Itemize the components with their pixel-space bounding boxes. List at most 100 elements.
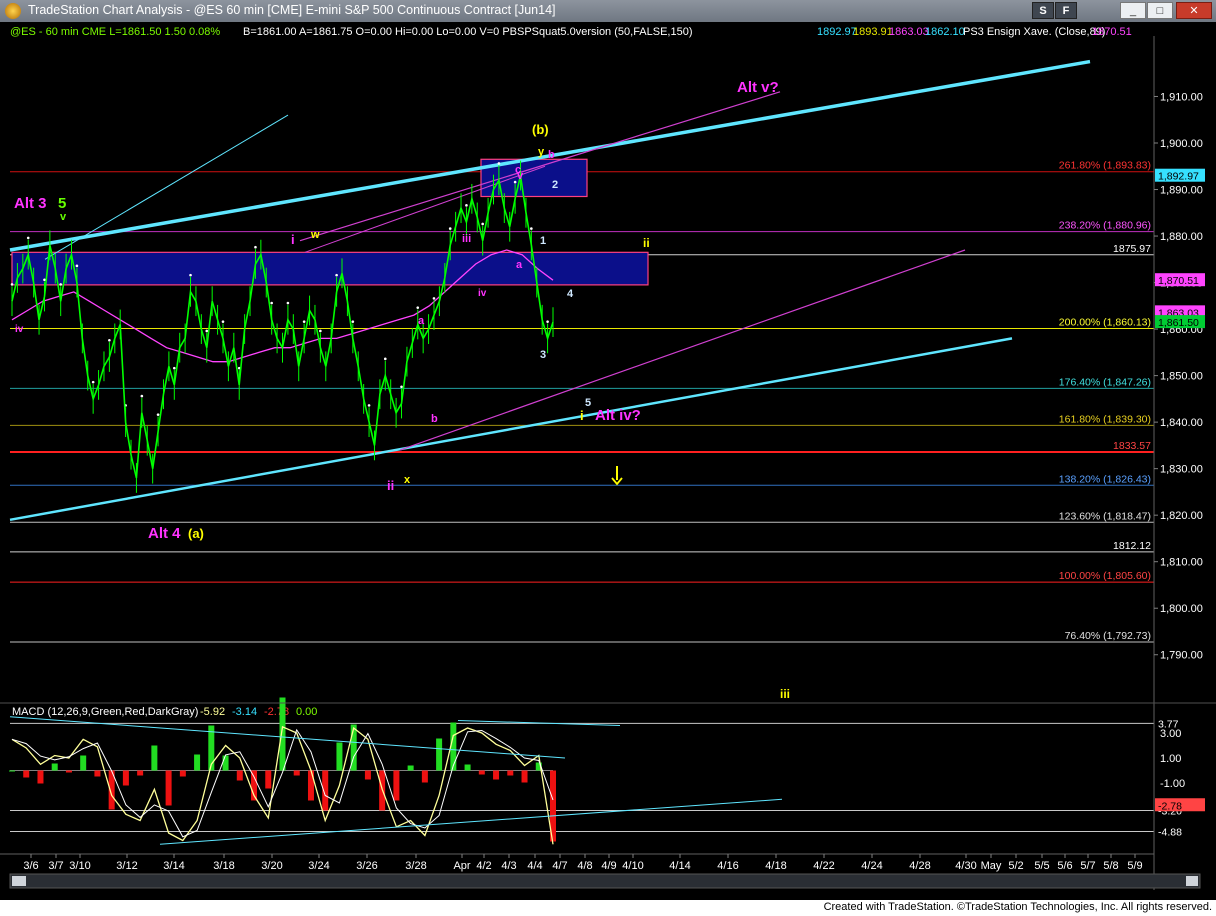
horizontal-scrollbar (9, 873, 1201, 889)
date-axis-label: 4/8 (577, 860, 592, 872)
date-axis-label: 4/30 (955, 860, 976, 872)
price-axis-label: 1,800.00 (1160, 603, 1203, 615)
symbol-link-button[interactable]: S (1032, 2, 1054, 19)
wave-label: 3 (540, 349, 546, 361)
pivot-dot (140, 394, 144, 398)
price-axis-label: 1,910.00 (1160, 91, 1203, 103)
macd-histogram-bar (521, 770, 528, 783)
price-chart[interactable]: 261.80% (1,893.83) 238.20% (1,880.96) 1875… (0, 22, 1216, 896)
wave-label: Alt 3 (14, 195, 47, 212)
macd-histogram-bar (94, 770, 101, 777)
macd-value: 0.00 (296, 706, 317, 718)
pivot-dot (481, 222, 484, 226)
pivot-dot (383, 357, 387, 361)
pivot-dot (416, 306, 420, 309)
macd-histogram-bar (464, 764, 471, 771)
pivot-dot (497, 162, 501, 165)
pivot-dot (302, 320, 306, 323)
date-axis-label: 4/10 (622, 860, 643, 872)
date-axis-label: 3/26 (356, 860, 377, 872)
macd-histogram-bar (151, 745, 158, 771)
macd-histogram-bar (137, 770, 144, 776)
wave-label: iii (462, 233, 471, 245)
macd-histogram-bar (165, 770, 172, 806)
scroll-left-arrow (12, 876, 26, 886)
wave-label: ii (643, 236, 650, 250)
macd-axis-label: 1.00 (1160, 753, 1181, 765)
macd-histogram-bar (179, 770, 186, 777)
macd-histogram-bar (307, 770, 314, 801)
pivot-dot (546, 320, 549, 323)
wave-label: 4 (567, 288, 574, 300)
price-marker-label: 1,870.51 (1158, 275, 1199, 287)
window-titlebar: TradeStation Chart Analysis - @ES 60 min… (0, 0, 1216, 23)
chart-legend-item: 1863.03 (889, 26, 929, 38)
format-button[interactable]: F (1055, 2, 1077, 19)
pivot-dot (26, 236, 30, 240)
wave-label: b (548, 149, 555, 161)
wave-label: v (60, 211, 67, 223)
price-axis-label: 1,830.00 (1160, 464, 1203, 476)
date-axis-label: 4/2 (476, 860, 491, 872)
wave-label: i (291, 232, 295, 247)
date-axis-label: 4/18 (765, 860, 786, 872)
wave-label: Alt iv? (595, 407, 641, 424)
price-marker-label: 1,861.50 (1158, 317, 1199, 329)
date-axis-label: 3/28 (405, 860, 426, 872)
minimize-button[interactable]: _ (1120, 2, 1146, 19)
date-axis-label: Apr (453, 860, 470, 872)
pivot-dot (286, 301, 290, 305)
price-axis-label: 1,850.00 (1160, 371, 1203, 383)
price-axis-label: 1,810.00 (1160, 557, 1203, 569)
wave-label: 5 (58, 195, 66, 212)
date-axis-label: 5/2 (1008, 860, 1023, 872)
pivot-dot (156, 413, 160, 416)
level-label: 100.00% (1,805.60) (1059, 570, 1151, 582)
tradestation-app-icon (5, 3, 21, 19)
macd-histogram-bar (23, 770, 30, 778)
wave-label: Alt 4 (148, 525, 181, 542)
wave-label: ii (387, 478, 394, 493)
pivot-dot (448, 227, 452, 230)
macd-title: MACD (12,26,9,Green,Red,DarkGray) (12, 706, 198, 718)
price-axis-label: 1,880.00 (1160, 231, 1203, 243)
macd-histogram-bar (478, 770, 485, 775)
date-axis-label: 4/14 (669, 860, 690, 872)
chart-legend-item: @ES - 60 min CME L=1861.50 1.50 0.08% (10, 26, 220, 38)
pivot-dot (254, 245, 257, 249)
date-axis-label: 5/8 (1103, 860, 1118, 872)
chart-area[interactable]: 261.80% (1,893.83) 238.20% (1,880.96) 1875… (0, 22, 1216, 896)
date-axis-label: 3/6 (23, 860, 38, 872)
wave-label: 1 (540, 235, 546, 247)
close-button[interactable]: ✕ (1176, 2, 1212, 19)
date-axis-label: 4/16 (717, 860, 738, 872)
wave-label: b (431, 413, 438, 425)
status-bar: Created with TradeStation. ©TradeStation… (0, 900, 1216, 916)
date-axis-label: 4/4 (527, 860, 542, 872)
date-axis-label: 5/9 (1127, 860, 1142, 872)
macd-histogram-bar (393, 770, 400, 801)
macd-histogram-bar (293, 770, 300, 776)
wave-label: a (516, 259, 523, 271)
chart-legend-item: PS3 Ensign Xave. (Close,89) (963, 26, 1105, 38)
pivot-dot (400, 385, 403, 389)
wave-label: (a) (188, 526, 204, 541)
wave-label: a (418, 315, 425, 327)
price-marker-label: 1,892.97 (1158, 171, 1199, 183)
maximize-button[interactable]: □ (1147, 2, 1173, 19)
macd-histogram-bar (9, 770, 15, 772)
level-label: 161.80% (1,839.30) (1059, 413, 1151, 425)
wave-label: w (310, 229, 320, 241)
date-axis-label: 4/7 (552, 860, 567, 872)
chart-legend-item: B=1861.00 A=1861.75 O=0.00 Hi=0.00 Lo=0.… (243, 26, 693, 38)
chart-legend-item: 1862.10 (925, 26, 965, 38)
pivot-dot (91, 380, 95, 384)
date-axis-label: 3/12 (116, 860, 137, 872)
macd-histogram-bar (51, 763, 58, 771)
price-axis-label: 1,790.00 (1160, 650, 1203, 662)
macd-histogram-bar (122, 770, 129, 786)
date-axis-label: 4/24 (861, 860, 882, 872)
level-label: 176.40% (1,847.26) (1059, 376, 1151, 388)
wave-label: 5 (585, 397, 591, 409)
level-label: 1875.97 (1113, 243, 1151, 255)
